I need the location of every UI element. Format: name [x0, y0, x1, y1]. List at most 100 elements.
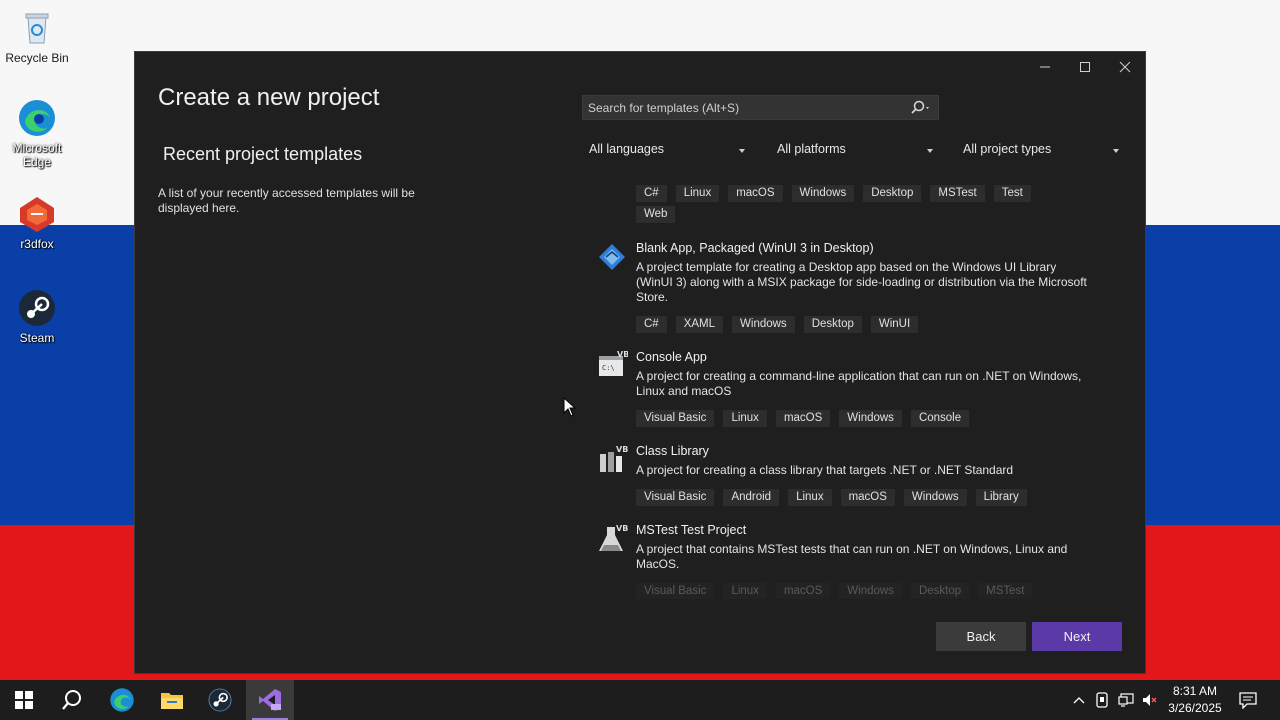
tag: macOS — [775, 583, 831, 599]
taskbar-search-button[interactable] — [48, 680, 96, 720]
search-icon — [62, 690, 81, 710]
template-description: A project for creating a command-line ap… — [636, 369, 1082, 398]
tag: macOS — [728, 185, 783, 202]
tag: Windows — [732, 316, 795, 333]
desktop-icon-edge[interactable]: Microsoft Edge — [4, 98, 70, 169]
recent-templates-heading: Recent project templates — [163, 144, 363, 164]
template-name: Blank App, Packaged (WinUI 3 in Desktop) — [636, 241, 874, 255]
back-button[interactable]: Back — [936, 622, 1026, 651]
taskbar-visual-studio[interactable] — [246, 680, 294, 720]
template-tags: Visual Basic Linux macOS Windows Console — [636, 410, 1066, 431]
class-library-vb-icon: VB — [596, 444, 628, 476]
windows-start-icon — [15, 691, 33, 709]
tag: C# — [636, 316, 667, 333]
tag: Windows — [791, 185, 855, 202]
desktop-icon-label: r3dfox — [20, 237, 54, 251]
r3dfox-icon — [17, 194, 57, 234]
minimize-button[interactable] — [1025, 52, 1065, 82]
tag: Linux — [675, 185, 720, 202]
clock-date: 3/26/2025 — [1168, 701, 1222, 715]
taskbar-steam[interactable] — [196, 680, 244, 720]
system-tray — [1068, 680, 1162, 720]
template-description: A project for creating a class library t… — [636, 463, 1014, 477]
desktop-icon-label: Recycle Bin — [5, 51, 69, 65]
desktop-icon-recycle-bin[interactable]: Recycle Bin — [4, 8, 70, 65]
svg-text:VB: VB — [616, 524, 628, 533]
svg-text:VB: VB — [617, 350, 628, 359]
desktop-icon-r3dfox[interactable]: r3dfox — [4, 194, 70, 251]
tag: Desktop — [863, 185, 922, 202]
template-tags: C# XAML Windows Desktop WinUI — [636, 316, 1066, 337]
tag: Linux — [723, 583, 767, 599]
tag: Windows — [839, 583, 902, 599]
recycle-bin-icon — [17, 8, 57, 48]
template-name: MSTest Test Project — [636, 523, 747, 537]
chevron-up-icon[interactable] — [1068, 696, 1090, 704]
recent-templates-description: A list of your recently accessed templat… — [158, 186, 415, 215]
project-type-filter-value: All project types — [963, 142, 1052, 156]
taskbar-file-explorer[interactable] — [148, 680, 196, 720]
notification-center-button[interactable] — [1228, 680, 1268, 720]
svg-text:VB: VB — [616, 445, 628, 454]
close-button[interactable] — [1105, 52, 1145, 82]
window-controls — [1025, 52, 1145, 82]
tag: macOS — [840, 489, 895, 506]
chevron-down-icon — [927, 149, 933, 153]
search-icon[interactable] — [910, 99, 932, 117]
tag: Web — [636, 206, 676, 223]
project-type-filter-dropdown[interactable]: All project types — [963, 142, 1121, 164]
template-name: Console App — [636, 350, 707, 364]
platform-filter-value: All platforms — [777, 142, 846, 156]
clock-time: 8:31 AM — [1172, 684, 1218, 698]
platform-filter-dropdown[interactable]: All platforms — [777, 142, 935, 164]
network-icon[interactable] — [1114, 693, 1138, 707]
template-tags: Visual Basic Android Linux macOS Windows… — [636, 489, 1066, 510]
tag: C# — [636, 185, 667, 202]
tag: Test — [993, 185, 1031, 202]
tag: Desktop — [803, 316, 862, 333]
mstest-vb-icon: VB — [596, 523, 628, 555]
tag: Visual Basic — [636, 583, 715, 599]
desktop-icon-steam[interactable]: Steam — [4, 288, 70, 345]
tag: Visual Basic — [636, 410, 715, 427]
maximize-icon — [1080, 62, 1090, 72]
taskbar-clock[interactable]: 8:31 AM 3/26/2025 — [1166, 683, 1224, 717]
tag: Console — [910, 410, 970, 427]
chevron-down-icon — [739, 149, 745, 153]
template-description: A project template for creating a Deskto… — [636, 260, 1087, 304]
device-icon[interactable] — [1090, 692, 1114, 708]
create-project-dialog: Create a new project Recent project temp… — [134, 51, 1146, 674]
template-list[interactable]: C# Linux macOS Windows Desktop MSTest Te… — [582, 177, 1125, 599]
maximize-button[interactable] — [1065, 52, 1105, 82]
page-title: Create a new project — [158, 84, 380, 111]
notification-icon — [1239, 692, 1257, 709]
tag: Library — [975, 489, 1027, 506]
start-button[interactable] — [0, 680, 48, 720]
visual-studio-icon — [259, 689, 281, 711]
template-search-box — [582, 95, 939, 120]
template-description: A project that contains MSTest tests tha… — [636, 542, 1068, 571]
language-filter-dropdown[interactable]: All languages — [589, 142, 747, 164]
file-explorer-icon — [161, 693, 183, 709]
tag: Windows — [903, 489, 967, 506]
tag: Linux — [788, 489, 832, 506]
steam-icon — [17, 288, 57, 328]
next-button[interactable]: Next — [1032, 622, 1122, 651]
console-vb-icon: C:\ VB — [596, 350, 629, 382]
tag: MSTest — [978, 583, 1033, 599]
tag: Visual Basic — [636, 489, 715, 506]
tag: MSTest — [930, 185, 985, 202]
tag: WinUI — [870, 316, 919, 333]
close-icon — [1119, 61, 1131, 73]
taskbar-edge[interactable] — [98, 680, 146, 720]
tag: XAML — [675, 316, 724, 333]
template-tags: C# Linux macOS Windows Desktop MSTest Te… — [636, 185, 1066, 227]
tag: Desktop — [910, 583, 970, 599]
chevron-down-icon — [1113, 149, 1119, 153]
tag: macOS — [775, 410, 831, 427]
tag: Windows — [839, 410, 902, 427]
search-input[interactable] — [583, 96, 913, 119]
volume-muted-icon[interactable] — [1138, 693, 1162, 707]
desktop-icon-label: Steam — [19, 331, 55, 345]
template-tags: Visual Basic Linux macOS Windows Desktop… — [636, 583, 1066, 599]
